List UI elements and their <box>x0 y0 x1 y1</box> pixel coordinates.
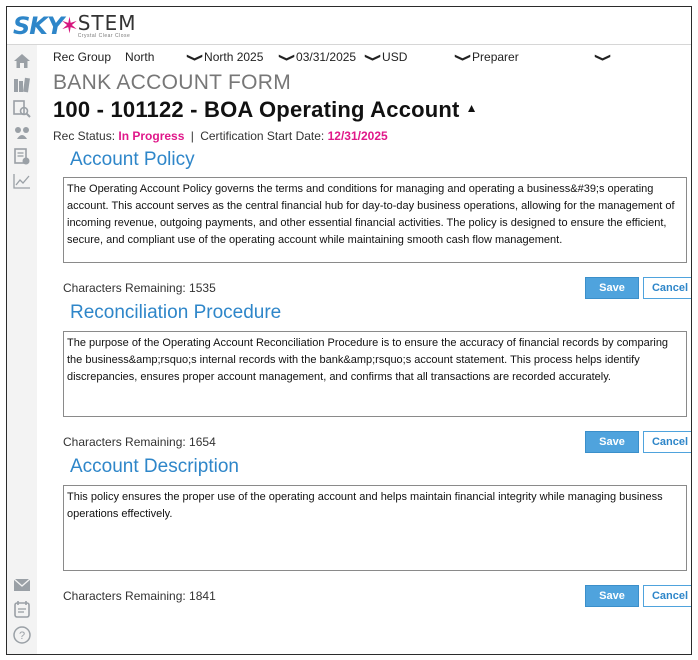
logo-sky-text: SKY <box>13 12 64 40</box>
chevron-down-icon: ❯ <box>278 52 296 62</box>
save-button[interactable]: Save <box>585 431 639 453</box>
role-dropdown[interactable]: Preparer ❯ <box>472 50 612 64</box>
skystem-logo[interactable]: SKY ✶ STEM Crystal Clear Close <box>13 9 137 43</box>
group-dropdown[interactable]: North ❯ <box>125 50 204 64</box>
document-check-icon[interactable] <box>12 147 32 167</box>
status-line: Rec Status: In Progress | Certification … <box>53 129 388 143</box>
chart-icon[interactable] <box>12 171 32 191</box>
caret-up-icon[interactable]: ▲ <box>466 93 478 123</box>
top-bar: SKY ✶ STEM Crystal Clear Close <box>7 7 691 45</box>
chevron-down-icon: ❯ <box>594 52 612 62</box>
reconciliation-procedure-textarea[interactable]: The purpose of the Operating Account Rec… <box>63 331 687 417</box>
cancel-button[interactable]: Cancel <box>643 277 691 299</box>
chevron-down-icon: ❯ <box>454 52 472 62</box>
date-dropdown[interactable]: 03/31/2025 ❯ <box>296 50 382 64</box>
cancel-button[interactable]: Cancel <box>643 585 691 607</box>
people-icon[interactable] <box>12 123 32 143</box>
currency-dropdown[interactable]: USD ❯ <box>382 50 472 64</box>
calendar-icon[interactable] <box>12 599 32 619</box>
mail-icon[interactable] <box>12 575 32 595</box>
logo-stem-text: STEM <box>77 11 137 35</box>
section-title-reconciliation-procedure: Reconciliation Procedure <box>70 302 282 323</box>
account-description-textarea[interactable]: This policy ensures the proper use of th… <box>63 485 687 571</box>
account-policy-textarea[interactable]: The Operating Account Policy governs the… <box>63 177 687 263</box>
account-description-actions: Characters Remaining: 1841 Save Cancel <box>63 585 691 607</box>
page-title: 100 - 101122 - BOA Operating Account ▲ <box>53 95 685 125</box>
section-title-account-description: Account Description <box>70 456 239 477</box>
sidebar: ? <box>7 45 37 654</box>
characters-remaining: Characters Remaining: 1841 <box>63 589 216 603</box>
reconciliation-procedure-actions: Characters Remaining: 1654 Save Cancel <box>63 431 691 453</box>
search-report-icon[interactable] <box>12 99 32 119</box>
main-content: BANK ACCOUNT FORM 100 - 101122 - BOA Ope… <box>53 71 691 607</box>
certification-date: 12/31/2025 <box>327 129 388 143</box>
library-icon[interactable] <box>12 75 32 95</box>
app-window: SKY ✶ STEM Crystal Clear Close ? Rec Gro… <box>6 6 692 655</box>
filter-bar: Rec Group North ❯ North 2025 ❯ 03/31/2025 ❯… <box>53 46 612 68</box>
home-icon[interactable] <box>12 51 32 71</box>
period-dropdown[interactable]: North 2025 ❯ <box>204 50 296 64</box>
logo-tagline: Crystal Clear Close <box>77 33 131 39</box>
account-policy-actions: Characters Remaining: 1535 Save Cancel <box>63 277 691 299</box>
form-label: BANK ACCOUNT FORM <box>53 71 292 94</box>
cancel-button[interactable]: Cancel <box>643 431 691 453</box>
save-button[interactable]: Save <box>585 585 639 607</box>
characters-remaining: Characters Remaining: 1654 <box>63 435 216 449</box>
status-badge: In Progress <box>118 129 185 143</box>
chevron-down-icon: ❯ <box>364 52 382 62</box>
svg-text:?: ? <box>19 630 25 642</box>
rec-group-label: Rec Group <box>53 50 112 64</box>
help-icon[interactable]: ? <box>12 625 32 645</box>
characters-remaining: Characters Remaining: 1535 <box>63 281 216 295</box>
logo-star-icon: ✶ <box>60 13 79 38</box>
save-button[interactable]: Save <box>585 277 639 299</box>
section-title-account-policy: Account Policy <box>70 149 195 170</box>
chevron-down-icon: ❯ <box>186 52 204 62</box>
